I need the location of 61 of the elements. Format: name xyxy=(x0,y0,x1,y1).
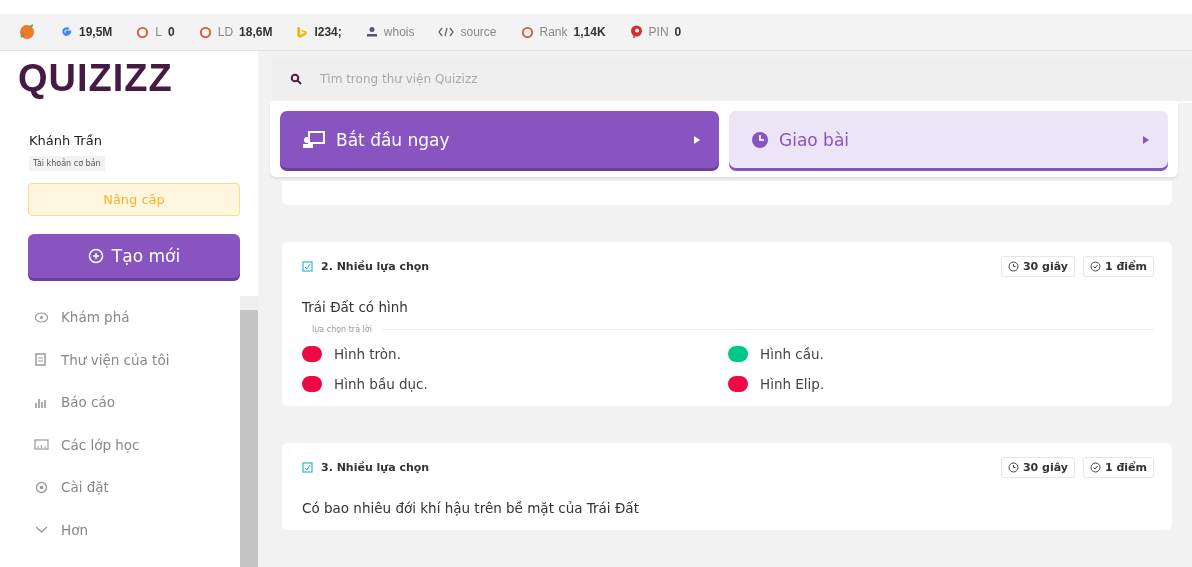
question-text: Có bao nhiêu đới khí hậu trên bề mặt của Trái Đất xyxy=(302,500,640,516)
toolbar-value: 0 xyxy=(168,25,175,39)
pin-icon[interactable] xyxy=(629,25,643,39)
check-circle-icon xyxy=(1089,261,1101,272)
checkbox-icon xyxy=(302,462,313,473)
toolbar-label: whois xyxy=(383,25,415,39)
answer-text: Hình bầu dục. xyxy=(334,376,428,392)
account-badge: Tài khoản cơ bản xyxy=(29,156,105,171)
answer-text: Hình tròn. xyxy=(334,346,401,362)
nav-item[interactable]: Khám phá xyxy=(34,296,240,339)
start-button[interactable]: Bắt đầu ngay xyxy=(280,111,719,168)
nav-item[interactable]: Các lớp học xyxy=(34,423,240,466)
assign-button[interactable]: Giao bài xyxy=(729,111,1168,168)
presentation-icon xyxy=(302,130,326,149)
nav-icon xyxy=(34,480,49,494)
logo[interactable]: QUIZIZZ xyxy=(0,51,258,105)
time-badge: 30 giây xyxy=(1000,457,1075,478)
scrollbar[interactable] xyxy=(240,296,258,567)
toolbar-value: 18,6M xyxy=(239,25,273,39)
clock-icon xyxy=(751,130,769,149)
choices-label: lựa chọn trả lời xyxy=(312,325,372,334)
nav-icon xyxy=(34,310,49,324)
toolbar-label: Rank xyxy=(539,25,568,39)
nav-item[interactable]: Báo cáo xyxy=(34,381,240,424)
toolbar-value: I234; xyxy=(314,25,342,39)
clock-icon xyxy=(1007,261,1019,272)
ring-icon[interactable] xyxy=(198,25,212,39)
toolbar-label: source xyxy=(460,25,497,39)
plus-circle-icon xyxy=(87,248,104,264)
toolbar-label: L xyxy=(155,25,163,39)
person-icon[interactable] xyxy=(365,26,378,38)
check-circle-icon xyxy=(1089,462,1101,473)
toolbar-value: 0 xyxy=(674,25,682,39)
toolbar-value: 19,5M xyxy=(79,25,113,39)
question-type: 2. Nhiều lựa chọn xyxy=(321,260,430,273)
time-badge: 30 giây xyxy=(1000,256,1075,277)
toolbar-label: PIN xyxy=(648,25,669,39)
play-icon xyxy=(1142,134,1150,145)
ring-icon[interactable] xyxy=(136,25,150,39)
nav-item[interactable]: Cài đặt xyxy=(34,466,240,509)
nav-item[interactable]: Hơn xyxy=(34,508,240,551)
nav-icon xyxy=(34,438,49,452)
search-icon xyxy=(290,73,302,85)
user-name: Khánh Trần xyxy=(29,133,103,148)
clock-icon xyxy=(1007,462,1019,473)
play-icon xyxy=(693,134,701,145)
question-text: Trái Đất có hình xyxy=(302,299,409,315)
points-badge: 1 điểm xyxy=(1082,256,1154,277)
ring-icon[interactable] xyxy=(520,25,534,39)
checkbox-icon xyxy=(302,261,313,272)
points-badge: 1 điểm xyxy=(1082,457,1154,478)
answer-text: Hình Elip. xyxy=(760,376,825,392)
code-icon[interactable] xyxy=(438,27,455,37)
google-icon[interactable] xyxy=(60,25,73,39)
create-button[interactable]: Tạo mới xyxy=(28,234,240,278)
nav-icon xyxy=(34,353,49,367)
toolbar-value: 1,14K xyxy=(573,25,606,39)
answer-text: Hình cầu. xyxy=(760,346,824,362)
nav-item[interactable]: Thư viện của tôi xyxy=(34,338,240,381)
question-type: 3. Nhiều lựa chọn xyxy=(321,461,430,474)
toolbar-label: LD xyxy=(217,25,234,39)
